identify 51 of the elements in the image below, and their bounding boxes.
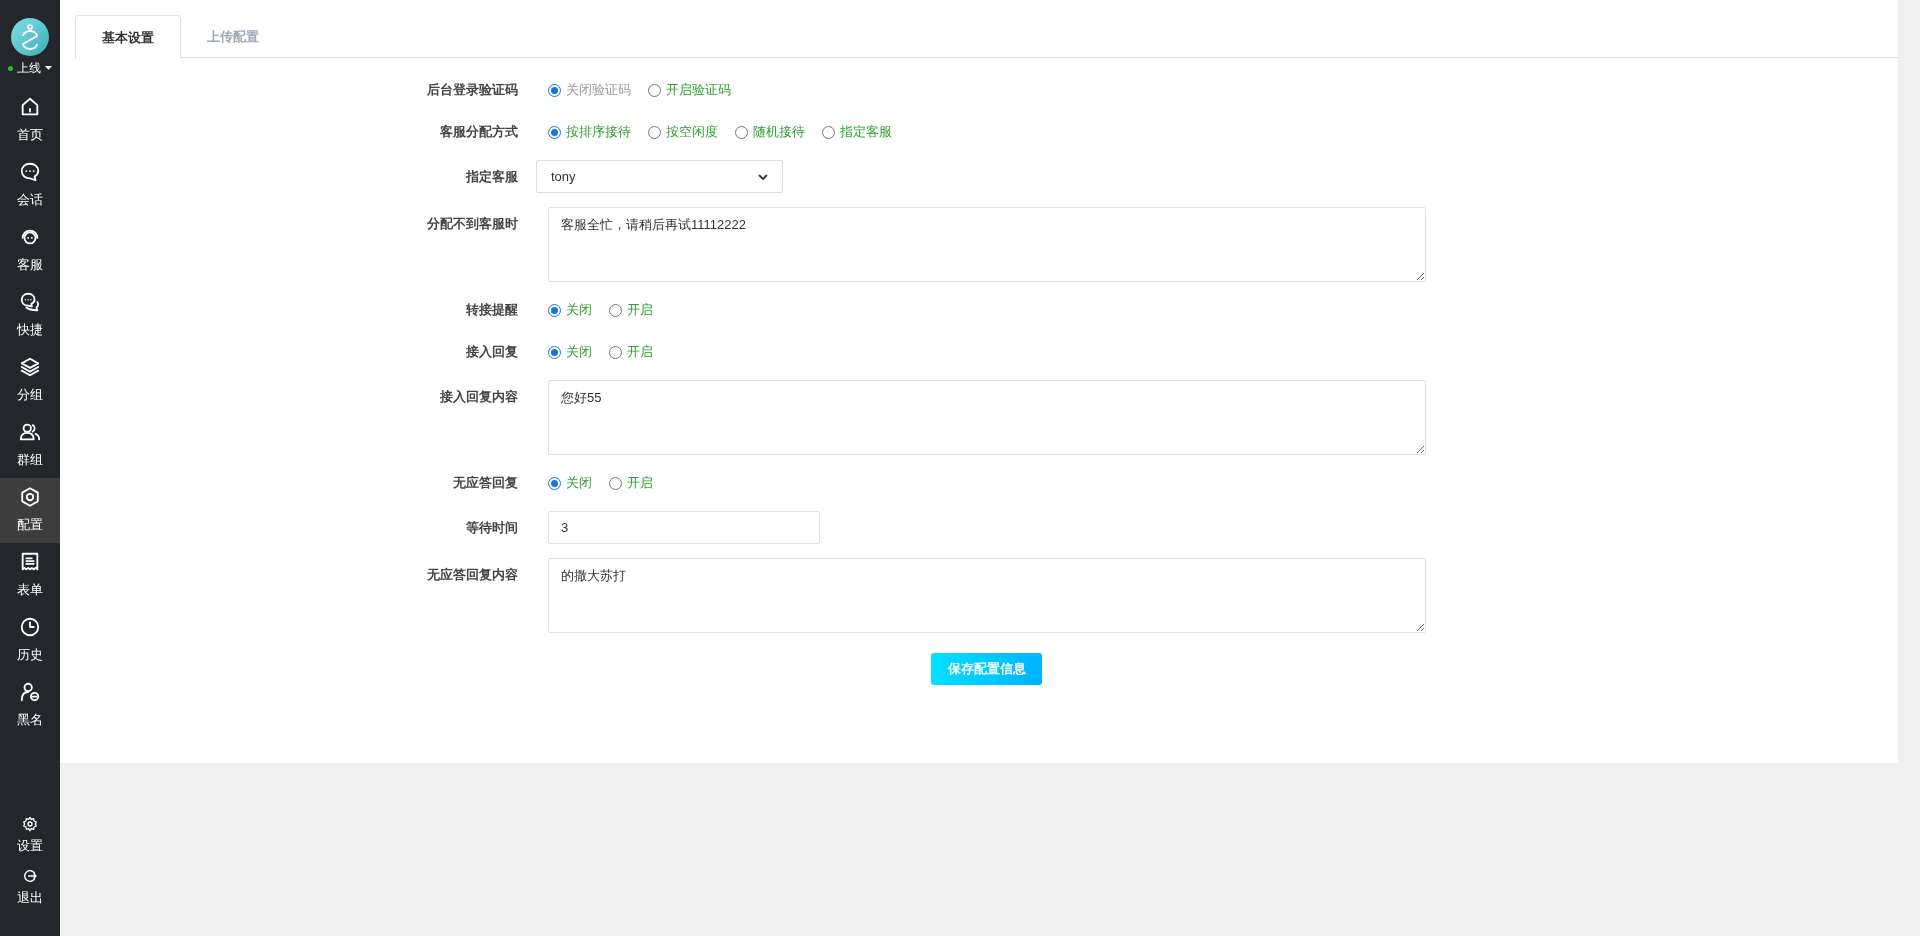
status-dropdown[interactable]: 上线 [8,60,52,76]
radio-option[interactable]: 按空闲度 [648,122,718,142]
radio-option[interactable]: 开启 [609,473,653,493]
radio-option[interactable]: 关闭 [548,342,592,362]
field-label: 等待时间 [465,518,518,537]
text-area[interactable]: 的撒大苏打 [548,558,1426,633]
radio-option[interactable]: 关闭 [548,473,592,493]
sidebar-item[interactable]: 退出 [0,862,60,914]
radio-option[interactable]: 随机接待 [735,122,805,142]
field-label: 分配不到客服时 [426,215,518,233]
chat-bubbles-icon [19,291,41,314]
field-label: 无应答回复 [452,474,518,493]
field-label: 转接提醒 [465,301,518,320]
sidebar-item[interactable]: 快捷 [0,283,60,348]
chevron-down-icon [758,173,768,180]
field-label: 无应答回复内容 [426,566,518,584]
input-field[interactable]: 3 [548,511,820,544]
sidebar-item[interactable]: 设置 [0,810,60,862]
tab[interactable]: 基本设置 [75,15,181,59]
field-label: 后台登录验证码 [426,81,518,100]
radio-option[interactable]: 指定客服 [822,122,892,142]
layers-icon [19,356,41,379]
sidebar-item[interactable]: 会话 [0,153,60,218]
radio-option[interactable]: 关闭 [548,300,592,320]
app-logo [11,18,49,56]
field-label: 指定客服 [464,167,518,186]
logout-icon [22,868,38,885]
settings-icon [22,816,38,833]
field-label: 接入回复 [465,343,518,362]
sidebar-item[interactable]: 群组 [0,413,60,478]
sidebar-item[interactable]: 历史 [0,608,60,673]
sidebar-item[interactable]: 分组 [0,348,60,413]
caret-icon [45,66,52,70]
hexagon-icon [19,486,41,509]
sidebar-item[interactable]: 配置 [0,478,60,543]
radio-option[interactable]: 按排序接待 [548,122,631,142]
clock-icon [19,616,41,639]
radio-option[interactable]: 开启 [609,300,653,320]
sidebar-item[interactable]: 表单 [0,543,60,608]
sidebar-item[interactable]: 首页 [0,88,60,153]
field-label: 接入回复内容 [439,388,518,406]
sidebar-item[interactable]: 黑名 [0,673,60,738]
radio-option[interactable]: 开启验证码 [648,80,731,100]
field-label: 客服分配方式 [439,123,518,142]
radio-option[interactable]: 开启 [609,342,653,362]
text-area[interactable]: 您好55 [548,380,1426,455]
chat-bubble-icon [19,161,41,184]
text-area[interactable]: 客服全忙，请稍后再试11112222 [548,207,1426,282]
select-dropdown[interactable]: tony [536,160,783,193]
user-minus-icon [19,681,41,704]
sidebar-item[interactable]: 客服 [0,218,60,283]
